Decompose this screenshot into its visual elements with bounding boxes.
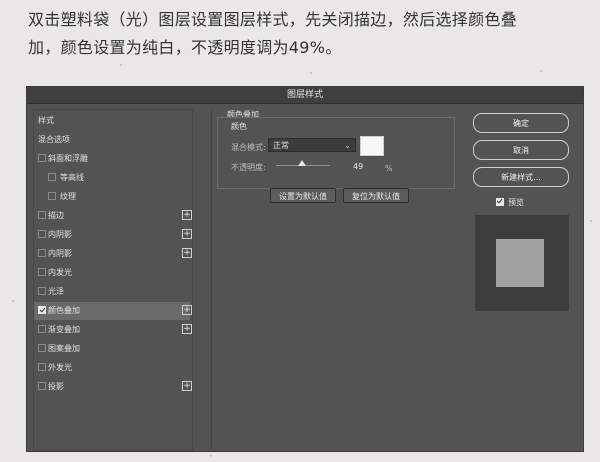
style-list-item-color-overlay[interactable]: 颜色叠加 +	[34, 302, 192, 320]
opacity-value: 49	[353, 162, 364, 171]
checkbox[interactable]	[38, 287, 46, 295]
opacity-input[interactable]: 49	[349, 160, 379, 174]
style-list-item-pattern-overlay[interactable]: 图案叠加	[34, 340, 190, 358]
style-list-item-gradient-overlay[interactable]: 渐变叠加 +	[34, 321, 192, 339]
style-list-item-inner-shadow-1[interactable]: 内阴影 +	[34, 226, 192, 244]
group-title: 颜色	[231, 122, 247, 131]
preview-checkbox[interactable]	[496, 198, 504, 206]
opacity-label: 不透明度:	[231, 163, 266, 172]
add-icon[interactable]: +	[182, 381, 192, 391]
blend-mode-select[interactable]: 正常 ⌄	[268, 138, 356, 152]
style-label: 图案叠加	[48, 344, 80, 353]
checkbox[interactable]	[38, 230, 46, 238]
checkbox[interactable]	[38, 363, 46, 371]
style-list-item-drop-shadow[interactable]: 投影 +	[34, 378, 192, 396]
checkbox[interactable]	[38, 382, 46, 390]
style-label: 渐变叠加	[48, 325, 80, 334]
preview-label: 预览	[508, 198, 524, 207]
new-style-button[interactable]: 新建样式...	[473, 167, 569, 187]
speck	[12, 300, 14, 302]
speck	[590, 220, 592, 222]
ok-button[interactable]: 确定	[473, 113, 569, 133]
blend-mode-value: 正常	[273, 141, 289, 150]
add-icon[interactable]: +	[182, 324, 192, 334]
add-icon[interactable]: +	[182, 210, 192, 220]
opacity-unit: %	[385, 164, 393, 173]
checkbox[interactable]	[48, 192, 56, 200]
style-list-item-inner-glow[interactable]: 内发光	[34, 264, 190, 282]
style-label: 颜色叠加	[48, 306, 80, 315]
dialog-title: 图层样式	[27, 87, 583, 104]
style-label: 光泽	[48, 287, 64, 296]
checkbox[interactable]	[38, 268, 46, 276]
checkbox[interactable]	[38, 344, 46, 352]
style-list-item-outer-glow[interactable]: 外发光	[34, 359, 190, 377]
speck	[310, 72, 312, 74]
style-label: 等高线	[60, 173, 84, 182]
cancel-button[interactable]: 取消	[473, 140, 569, 160]
style-label: 样式	[38, 116, 54, 125]
speck	[540, 70, 542, 72]
checkbox[interactable]	[38, 211, 46, 219]
style-label: 投影	[48, 382, 64, 391]
style-label: 外发光	[48, 363, 72, 372]
style-list-item-satin[interactable]: 光泽	[34, 283, 190, 301]
speck	[210, 455, 212, 457]
color-swatch[interactable]	[360, 136, 384, 156]
opacity-slider-thumb[interactable]	[298, 160, 307, 166]
style-label: 斜面和浮雕	[48, 154, 88, 163]
add-icon[interactable]: +	[182, 305, 192, 315]
checkbox[interactable]	[48, 173, 56, 181]
preview-swatch	[496, 239, 544, 287]
instruction-line-2: 加，颜色设置为纯白，不透明度调为49%。	[28, 38, 342, 57]
set-default-button[interactable]: 设置为默认值	[270, 188, 336, 203]
checkbox[interactable]	[38, 249, 46, 257]
style-list-item-contour[interactable]: 等高线	[34, 169, 190, 187]
style-list-item-bevel[interactable]: 斜面和浮雕	[34, 150, 190, 168]
style-list-item-blending[interactable]: 混合选项	[34, 131, 190, 149]
color-group	[217, 117, 455, 189]
style-label: 混合选项	[38, 135, 70, 144]
reset-default-button[interactable]: 复位为默认值	[343, 188, 409, 203]
style-label: 内阴影	[48, 249, 72, 258]
add-icon[interactable]: +	[182, 248, 192, 258]
style-label: 纹理	[60, 192, 76, 201]
style-label: 内阴影	[48, 230, 72, 239]
checkbox[interactable]	[38, 325, 46, 333]
instruction-line-1: 双击塑料袋（光）图层设置图层样式，先关闭描边，然后选择颜色叠	[28, 10, 518, 29]
chevron-down-icon: ⌄	[344, 141, 351, 150]
style-list-item-inner-shadow-2[interactable]: 内阴影 +	[34, 245, 192, 263]
style-list-item-texture[interactable]: 纹理	[34, 188, 190, 206]
speck	[120, 64, 122, 66]
style-label: 内发光	[48, 268, 72, 277]
style-list-item-styles[interactable]: 样式	[34, 112, 190, 130]
layer-style-dialog: 图层样式 样式 混合选项 斜面和浮雕 等高线 纹理 描边 + 内阴影 + 内阴影…	[26, 86, 584, 452]
style-list: 样式 混合选项 斜面和浮雕 等高线 纹理 描边 + 内阴影 + 内阴影 + 内发…	[33, 109, 193, 451]
checkbox[interactable]	[38, 306, 46, 314]
instruction-text: 双击塑料袋（光）图层设置图层样式，先关闭描边，然后选择颜色叠 加，颜色设置为纯白…	[28, 6, 578, 62]
blend-mode-label: 混合模式:	[231, 143, 266, 152]
panel-divider	[211, 109, 212, 449]
add-icon[interactable]: +	[182, 229, 192, 239]
style-list-item-stroke[interactable]: 描边 +	[34, 207, 192, 225]
checkbox[interactable]	[38, 154, 46, 162]
style-label: 描边	[48, 211, 64, 220]
